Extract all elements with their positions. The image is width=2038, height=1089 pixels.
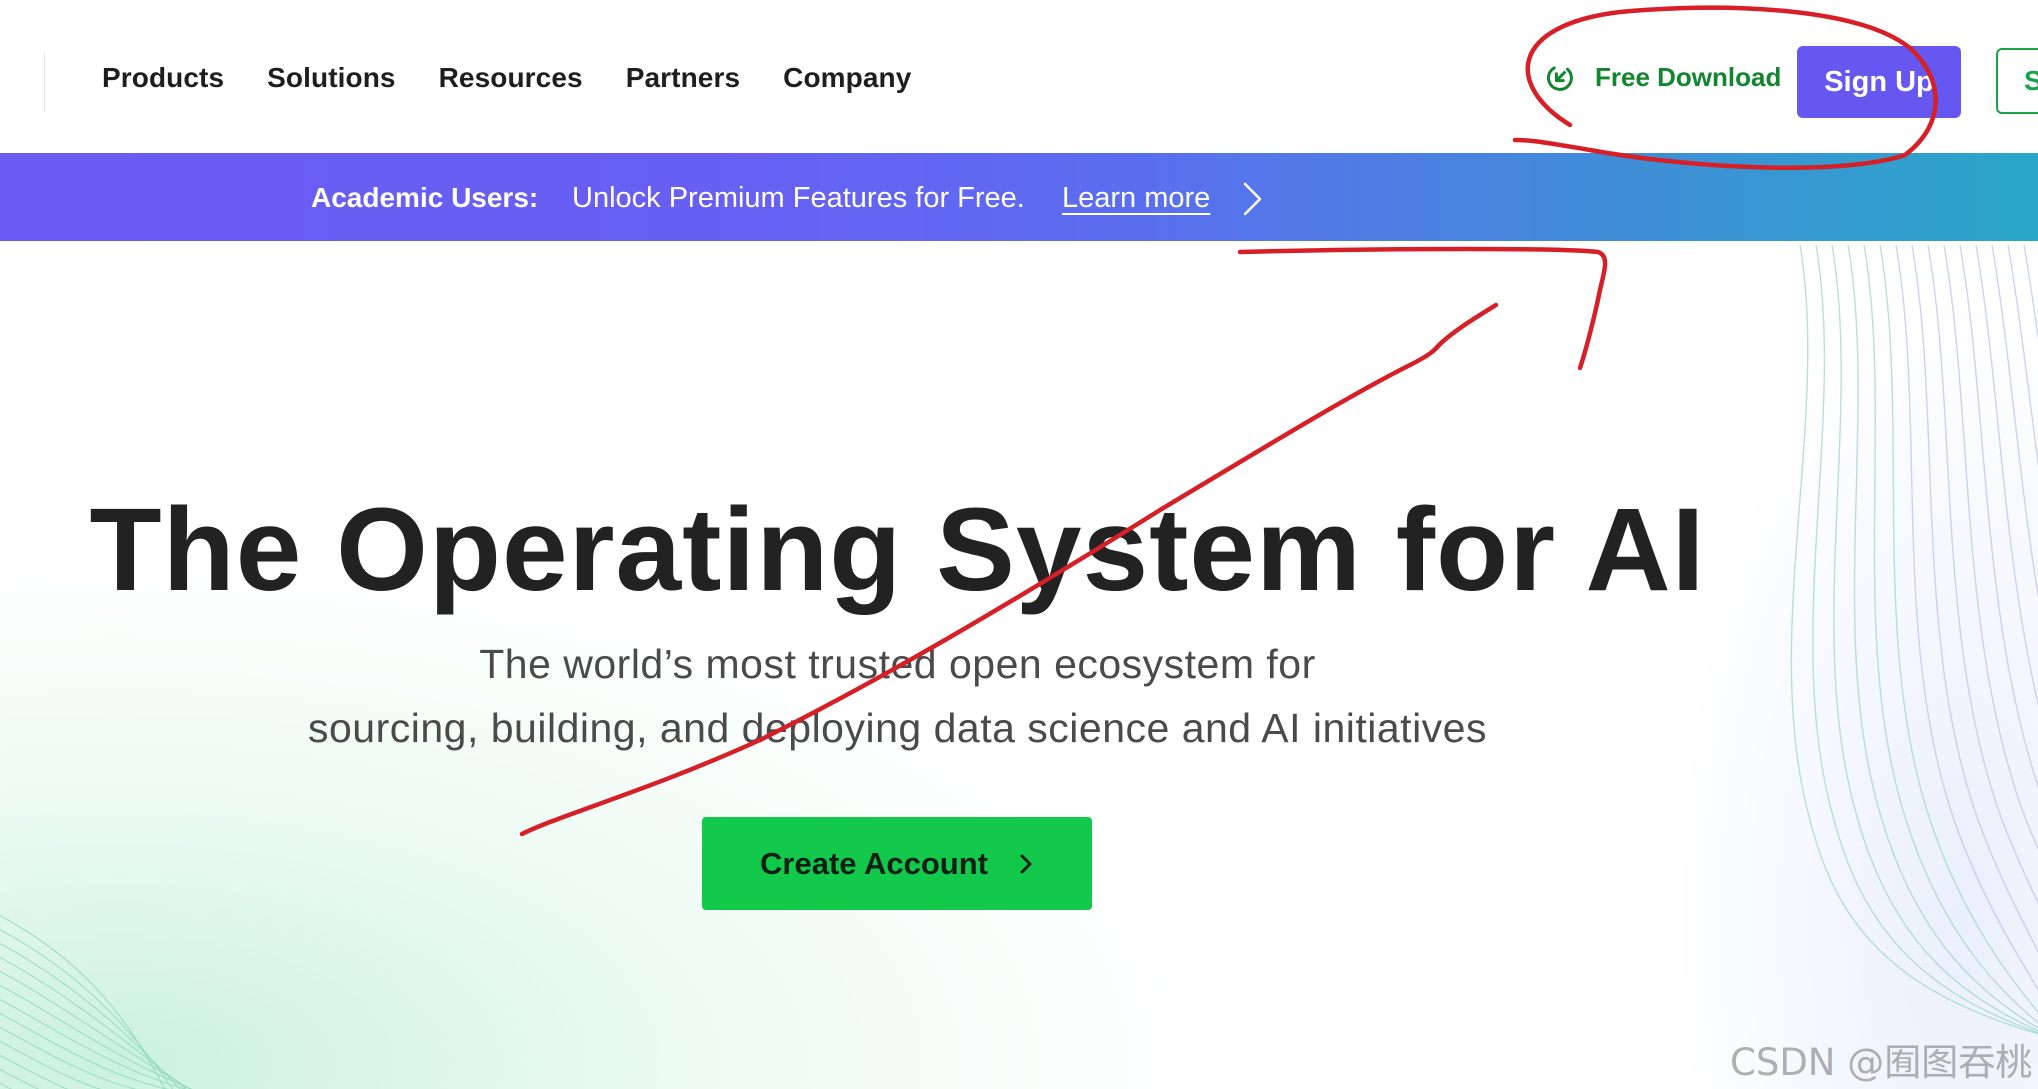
decorative-line bbox=[1863, 244, 2038, 1024]
hero-subtitle-line-2: sourcing, building, and deploying data s… bbox=[308, 705, 1487, 751]
banner-text: Unlock Premium Features for Free. bbox=[572, 182, 1025, 214]
academic-banner: Academic Users: Unlock Premium Features … bbox=[0, 153, 2038, 241]
create-account-button[interactable]: Create Account bbox=[702, 817, 1092, 910]
decorative-line bbox=[1790, 244, 2038, 1035]
hero-title: The Operating System for AI bbox=[89, 484, 1706, 616]
decorative-line bbox=[1943, 244, 2038, 851]
free-download-link[interactable]: Free Download bbox=[1545, 62, 1781, 93]
decorative-line bbox=[1975, 244, 2038, 707]
nav-divider bbox=[44, 52, 45, 112]
nav-item-company[interactable]: Company bbox=[783, 62, 911, 94]
decorative-line bbox=[0, 956, 188, 1089]
page: Products Solutions Resources Partners Co… bbox=[0, 0, 2038, 1089]
sign-in-button[interactable]: S bbox=[1996, 48, 2038, 114]
top-nav: Products Solutions Resources Partners Co… bbox=[0, 0, 2038, 153]
decorative-line bbox=[1895, 244, 2038, 992]
create-account-label: Create Account bbox=[760, 845, 988, 881]
decorative-line bbox=[0, 1054, 69, 1089]
hero-subtitle-line-1: The world’s most trusted open ecosystem … bbox=[479, 641, 1316, 687]
chevron-right-icon[interactable] bbox=[1240, 181, 1264, 217]
banner-learn-more-link[interactable]: Learn more bbox=[1062, 182, 1210, 215]
sign-up-button[interactable]: Sign Up bbox=[1797, 46, 1961, 118]
free-download-label: Free Download bbox=[1595, 62, 1782, 92]
download-circle-icon bbox=[1546, 65, 1573, 91]
nav-item-solutions[interactable]: Solutions bbox=[267, 62, 395, 94]
decorative-line bbox=[1831, 244, 2038, 1032]
nav-menu: Products Solutions Resources Partners Co… bbox=[102, 62, 911, 94]
decorative-line bbox=[0, 942, 181, 1089]
watermark: CSDN @囿图吞桃 bbox=[1730, 1041, 2033, 1084]
hero-subtitle: The world’s most trusted open ecosystem … bbox=[0, 632, 1795, 760]
nav-item-resources[interactable]: Resources bbox=[439, 62, 583, 94]
nav-item-partners[interactable]: Partners bbox=[626, 62, 740, 94]
banner-heading: Academic Users: bbox=[311, 182, 539, 213]
chevron-right-icon bbox=[1020, 854, 1032, 873]
nav-item-products[interactable]: Products bbox=[102, 62, 224, 94]
decorative-line bbox=[0, 970, 192, 1089]
